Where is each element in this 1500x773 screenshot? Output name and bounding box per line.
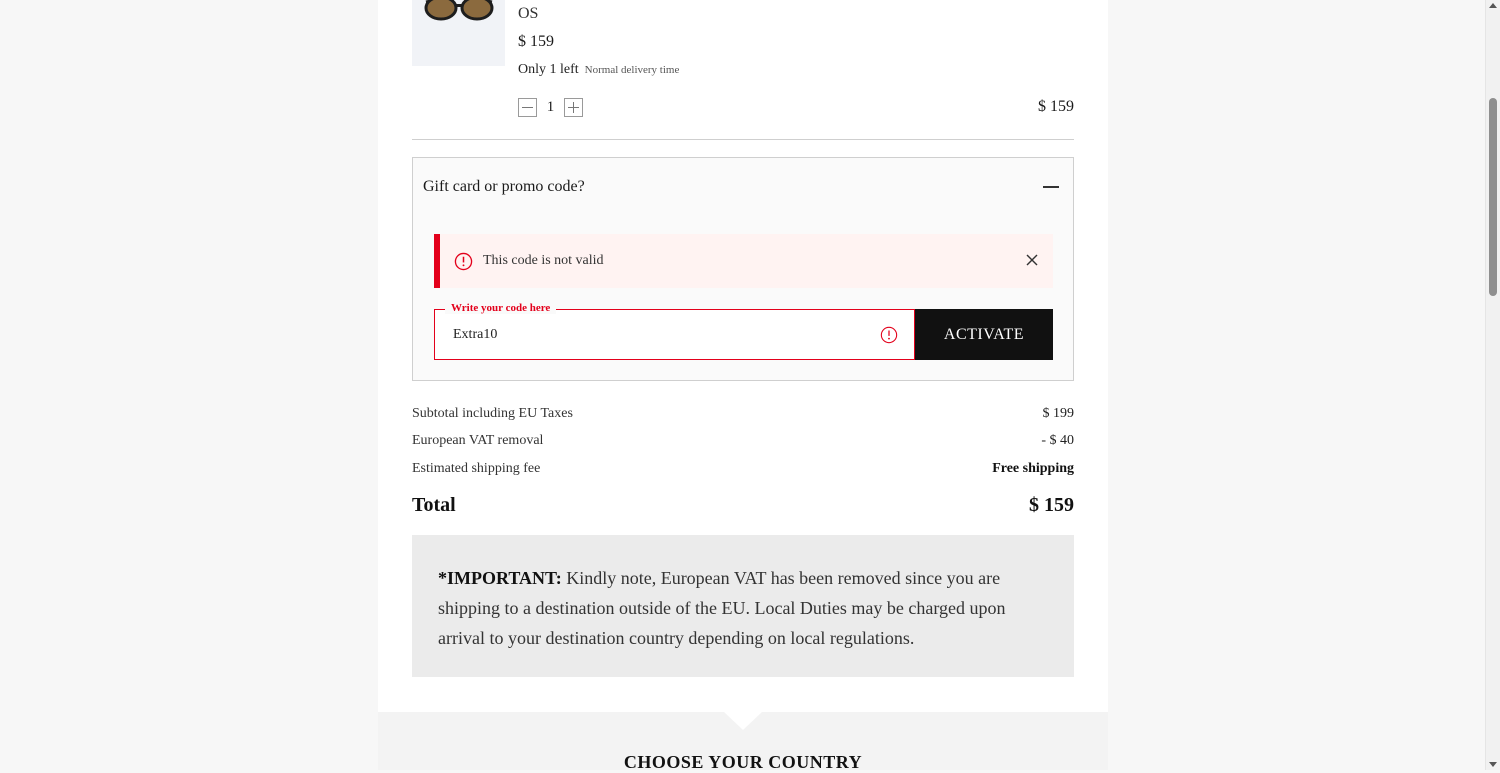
page-scrollbar[interactable] <box>1485 0 1500 770</box>
collapse-icon[interactable] <box>1043 186 1059 188</box>
promo-code-input[interactable] <box>451 324 875 346</box>
activate-button[interactable]: ACTIVATE <box>915 309 1053 360</box>
total-label: Total <box>412 494 456 516</box>
scroll-thumb[interactable] <box>1489 98 1497 296</box>
shipping-label: Estimated shipping fee <box>412 461 541 476</box>
error-alert: This code is not valid <box>434 234 1053 288</box>
shipping-row: Estimated shipping fee Free shipping <box>412 461 1074 477</box>
product-image[interactable] <box>412 0 505 66</box>
error-icon <box>454 252 473 270</box>
line-price: $ 159 <box>1038 98 1074 115</box>
close-icon[interactable] <box>1025 253 1039 267</box>
quantity-value: 1 <box>546 99 555 115</box>
subtotal-label: Subtotal including EU Taxes <box>412 406 573 421</box>
total-row: Total $ 159 <box>412 494 1074 517</box>
subtotal-value: $ 199 <box>1042 406 1075 421</box>
promo-field-label: Write your code here <box>445 302 557 314</box>
shipping-value: Free shipping <box>992 461 1074 476</box>
vat-row: European VAT removal - $ 40 <box>412 433 1074 449</box>
promo-code-field: Write your code here <box>434 302 915 360</box>
promo-toggle-label[interactable]: Gift card or promo code? <box>423 178 585 196</box>
stock-label: Only 1 left <box>518 62 579 77</box>
product-unit-price: $ 159 <box>518 33 554 50</box>
vat-label: European VAT removal <box>412 433 544 448</box>
total-value: $ 159 <box>1029 494 1074 516</box>
vat-notice: *IMPORTANT: Kindly note, European VAT ha… <box>412 535 1074 677</box>
field-error-icon <box>880 326 898 344</box>
notice-heading: *IMPORTANT: <box>438 568 562 588</box>
scroll-down-icon[interactable] <box>1489 762 1497 767</box>
divider <box>412 139 1074 140</box>
increase-quantity-button[interactable] <box>564 98 583 117</box>
promo-code-panel: Gift card or promo code? This code is no… <box>412 157 1074 381</box>
section-notch <box>724 712 762 730</box>
scroll-up-icon[interactable] <box>1489 3 1497 8</box>
sunglasses-image <box>424 0 494 21</box>
plus-icon <box>568 102 579 113</box>
decrease-quantity-button[interactable] <box>518 98 537 117</box>
subtotal-row: Subtotal including EU Taxes $ 199 <box>412 406 1074 422</box>
product-size: OS <box>518 5 539 22</box>
stock-status: Only 1 left Normal delivery time <box>518 62 679 78</box>
minus-icon <box>522 107 533 108</box>
delivery-time: Normal delivery time <box>584 64 680 76</box>
quantity-stepper: 1 <box>518 98 583 117</box>
error-message: This code is not valid <box>483 253 604 268</box>
vat-value: - $ 40 <box>1041 433 1074 448</box>
